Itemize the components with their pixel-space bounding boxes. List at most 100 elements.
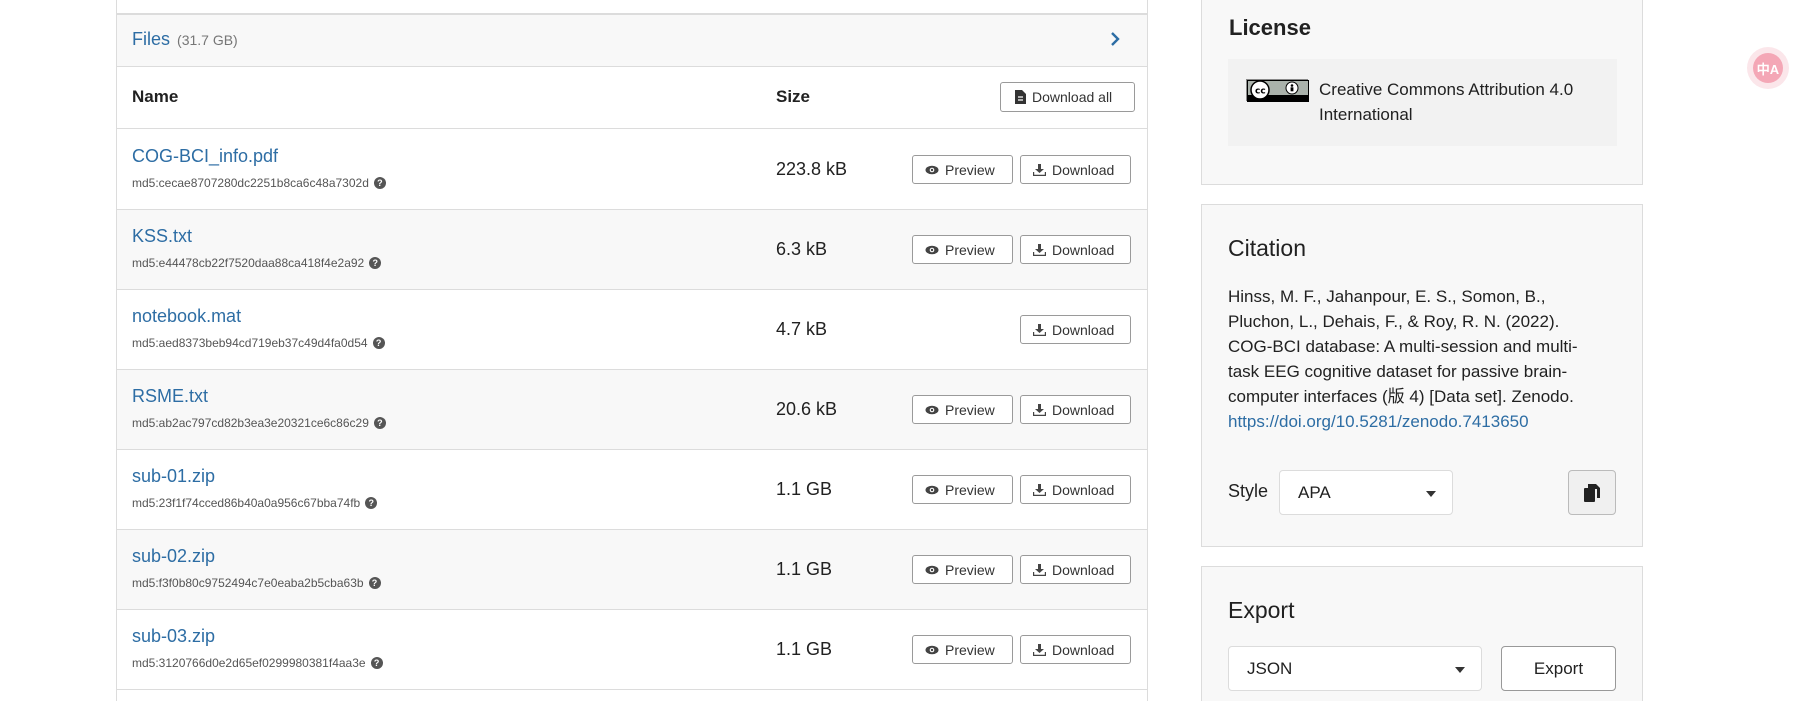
- file-checksum: md5:cecae8707280dc2251b8ca6c48a7302d?: [132, 176, 386, 190]
- download-label: Download: [1052, 481, 1115, 498]
- license-title: License: [1229, 15, 1311, 40]
- file-md5: md5:23f1f74cced86b40a0a956c67bba74fb: [132, 496, 361, 510]
- question-circle-icon[interactable]: ?: [370, 657, 383, 669]
- citation-style-value: APA: [1298, 483, 1331, 502]
- top-divider: [117, 0, 1147, 14]
- files-total-size: (31.7 GB): [177, 32, 238, 48]
- eye-icon: [925, 485, 939, 494]
- file-name-link[interactable]: RSME.txt: [132, 386, 208, 407]
- file-name-link[interactable]: KSS.txt: [132, 226, 192, 247]
- file-size: 6.3 kB: [776, 239, 828, 259]
- file-md5: md5:aed8373beb94cd719eb37c49d4fa0d54: [132, 336, 368, 350]
- preview-button[interactable]: Preview: [912, 555, 1013, 584]
- file-md5: md5:ab2ac797cd82b3ea3e20321ce6c86c29: [132, 416, 369, 430]
- preview-label: Preview: [945, 241, 995, 258]
- file-md5: md5:e44478cb22f7520daa88ca418f4e2a92: [132, 256, 365, 270]
- citation-doi-link[interactable]: https://doi.org/10.5281/zenodo.7413650: [1228, 412, 1529, 431]
- citation-panel: Citation Hinss, M. F., Jahanpour, E. S.,…: [1201, 204, 1643, 547]
- file-name-link[interactable]: sub-03.zip: [132, 626, 215, 647]
- download-label: Download: [1052, 321, 1115, 338]
- caret-down-icon: [1455, 667, 1465, 673]
- eye-icon: [925, 565, 939, 574]
- file-name-link[interactable]: notebook.mat: [132, 306, 241, 327]
- download-button[interactable]: Download: [1020, 155, 1131, 184]
- style-label: Style: [1228, 481, 1269, 501]
- download-button[interactable]: Download: [1020, 235, 1131, 264]
- download-button[interactable]: Download: [1020, 395, 1131, 424]
- translate-icon[interactable]: 中A: [1747, 47, 1789, 89]
- download-button[interactable]: Download: [1020, 475, 1131, 504]
- license-panel: License cc Creative Commons Attribution …: [1201, 0, 1643, 185]
- license-card: cc Creative Commons Attribution 4.0 Inte…: [1228, 59, 1617, 146]
- file-checksum: md5:f3f0b80c9752494c7e0eaba2b5cba63b?: [132, 576, 381, 590]
- citation-style-select[interactable]: APA: [1279, 470, 1453, 515]
- file-name-link[interactable]: sub-01.zip: [132, 466, 215, 487]
- export-button[interactable]: Export: [1501, 646, 1616, 691]
- download-icon: [1033, 163, 1046, 176]
- question-circle-icon[interactable]: ?: [369, 257, 382, 269]
- translate-icon-label: 中A: [1753, 53, 1783, 83]
- download-label: Download: [1052, 641, 1115, 658]
- eye-icon: [925, 245, 939, 254]
- file-name-link[interactable]: sub-02.zip: [132, 546, 215, 567]
- preview-button[interactable]: Preview: [912, 235, 1013, 264]
- file-name-link[interactable]: COG-BCI_info.pdf: [132, 146, 278, 167]
- file-checksum: md5:e44478cb22f7520daa88ca418f4e2a92?: [132, 256, 382, 270]
- download-icon: [1033, 323, 1046, 336]
- download-button[interactable]: Download: [1020, 315, 1131, 344]
- file-row: sub-03.zip md5:3120766d0e2d65ef0299980381…: [117, 610, 1147, 690]
- file-checksum: md5:23f1f74cced86b40a0a956c67bba74fb?: [132, 496, 378, 510]
- download-label: Download: [1052, 161, 1115, 178]
- download-button[interactable]: Download: [1020, 635, 1131, 664]
- file-row: RSME.txt md5:ab2ac797cd82b3ea3e20321ce6c8…: [117, 370, 1147, 450]
- question-circle-icon[interactable]: ?: [373, 417, 386, 429]
- files-title[interactable]: Files (31.7 GB): [132, 29, 238, 50]
- chevron-right-icon[interactable]: [1105, 29, 1125, 49]
- citation-text: Hinss, M. F., Jahanpour, E. S., Somon, B…: [1228, 284, 1608, 434]
- file-size: 20.6 kB: [776, 399, 838, 419]
- preview-button[interactable]: Preview: [912, 155, 1013, 184]
- preview-button[interactable]: Preview: [912, 395, 1013, 424]
- caret-down-icon: [1426, 491, 1436, 497]
- license-name: Creative Commons Attribution 4.0 Interna…: [1319, 80, 1574, 124]
- file-md5: md5:f3f0b80c9752494c7e0eaba2b5cba63b: [132, 576, 364, 590]
- download-label: Download: [1052, 401, 1115, 418]
- preview-label: Preview: [945, 481, 995, 498]
- question-circle-icon[interactable]: ?: [368, 577, 381, 589]
- column-size: Size: [776, 87, 811, 106]
- file-checksum: md5:aed8373beb94cd719eb37c49d4fa0d54?: [132, 336, 385, 350]
- file-size: 1.1 GB: [776, 559, 833, 579]
- file-row: notebook.mat md5:aed8373beb94cd719eb37c49…: [117, 290, 1147, 370]
- download-button[interactable]: Download: [1020, 555, 1131, 584]
- eye-icon: [925, 405, 939, 414]
- download-all-button[interactable]: Download all: [1000, 82, 1135, 112]
- question-circle-icon[interactable]: ?: [372, 337, 385, 349]
- file-row: COG-BCI_info.pdf md5:cecae8707280dc2251b8…: [117, 130, 1147, 210]
- download-icon: [1033, 243, 1046, 256]
- cc-by-badge-icon[interactable]: cc: [1246, 79, 1309, 102]
- download-icon: [1033, 643, 1046, 656]
- citation-body: Hinss, M. F., Jahanpour, E. S., Somon, B…: [1228, 287, 1578, 406]
- files-header[interactable]: Files (31.7 GB): [117, 14, 1147, 67]
- preview-button[interactable]: Preview: [912, 635, 1013, 664]
- copy-icon: [1584, 483, 1600, 502]
- preview-button[interactable]: Preview: [912, 475, 1013, 504]
- files-title-label[interactable]: Files: [132, 29, 170, 49]
- file-md5: md5:cecae8707280dc2251b8ca6c48a7302d: [132, 176, 369, 190]
- copy-citation-button[interactable]: [1568, 470, 1616, 515]
- files-panel: Files (31.7 GB) Name Size Download all C…: [116, 0, 1148, 701]
- download-label: Download: [1052, 241, 1115, 258]
- export-format-value: JSON: [1247, 659, 1293, 678]
- file-icon: [1015, 90, 1026, 104]
- file-row: KSS.txt md5:e44478cb22f7520daa88ca418f4e2…: [117, 210, 1147, 290]
- question-circle-icon[interactable]: ?: [373, 177, 386, 189]
- file-row: sub-02.zip md5:f3f0b80c9752494c7e0eaba2b5…: [117, 530, 1147, 610]
- question-circle-icon[interactable]: ?: [365, 497, 378, 509]
- download-icon: [1033, 403, 1046, 416]
- preview-label: Preview: [945, 561, 995, 578]
- column-name: Name: [132, 87, 179, 106]
- export-format-select[interactable]: JSON: [1228, 646, 1482, 691]
- file-size: 1.1 GB: [776, 639, 833, 659]
- file-size: 1.1 GB: [776, 479, 833, 499]
- file-md5: md5:3120766d0e2d65ef0299980381f4aa3e: [132, 656, 366, 670]
